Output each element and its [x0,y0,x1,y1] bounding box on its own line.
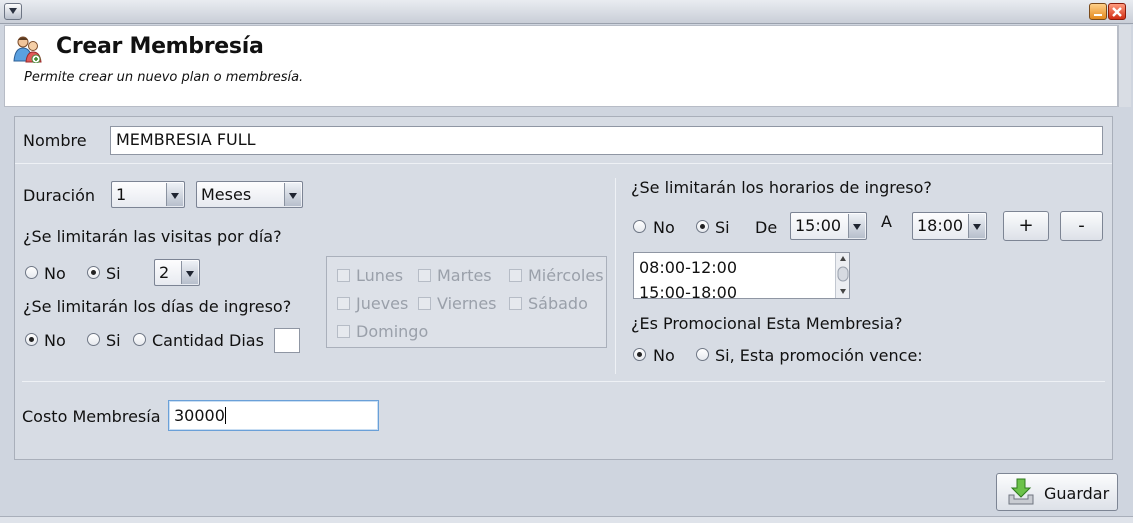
hora-hasta-value: 18:00 [917,216,964,235]
visitas-question: ¿Se limitarán las visitas por día? [23,227,282,246]
add-horario-button[interactable]: + [1003,211,1049,241]
dias-question: ¿Se limitarán los días de ingreso? [23,297,292,316]
chevron-down-icon [181,261,198,284]
promo-question: ¿Es Promocional Esta Membresia? [631,314,903,333]
remove-horario-button[interactable]: - [1060,211,1103,241]
checkbox-lunes[interactable] [337,269,350,282]
dias-no-label: No [44,331,66,350]
list-item[interactable]: 15:00-18:00 [639,283,737,298]
costo-value: 30000 [174,406,225,425]
dias-si-radio[interactable] [87,333,100,346]
text-cursor [224,407,226,424]
download-tray-icon [1006,477,1036,511]
costo-label: Costo Membresía [22,407,161,426]
save-button-label: Guardar [1044,484,1110,503]
close-button[interactable] [1108,3,1126,20]
minimize-button[interactable] [1089,3,1107,20]
dias-cantidad-input[interactable] [274,328,300,353]
promo-si-label: Si, Esta promoción vence: [715,346,923,365]
horarios-no-radio[interactable] [633,220,646,233]
a-label: A [881,212,892,231]
horarios-no-label: No [653,218,675,237]
checkbox-domingo[interactable] [337,325,350,338]
checkbox-miercoles[interactable] [509,269,522,282]
chevron-down-icon [968,214,985,238]
de-label: De [755,218,778,237]
visitas-si-label: Si [106,264,121,283]
window-bottom-edge [0,516,1133,523]
duracion-unit-value: Meses [201,185,252,204]
users-icon [12,35,42,64]
system-menu-button[interactable] [4,3,22,20]
checkbox-martes[interactable] [418,269,431,282]
chevron-down-icon [166,183,183,206]
promo-si-radio[interactable] [696,348,709,361]
costo-input[interactable]: 30000 [168,400,379,431]
day-label-domingo: Domingo [356,322,429,341]
day-label-lunes: Lunes [356,266,404,285]
day-label-miercoles: Miércoles [528,266,604,285]
dias-no-radio[interactable] [25,333,38,346]
day-label-viernes: Viernes [437,294,497,313]
list-scrollbar[interactable] [835,253,849,298]
visitas-no-label: No [44,264,66,283]
horarios-si-radio[interactable] [696,220,709,233]
divider [15,163,1112,164]
save-button[interactable]: Guardar [996,473,1118,511]
promo-no-label: No [653,346,675,365]
dias-si-label: Si [106,331,121,350]
visitas-count-select[interactable]: 2 [154,259,200,286]
day-label-sabado: Sábado [528,294,588,313]
visitas-si-radio[interactable] [87,266,100,279]
divider [22,381,1105,382]
visitas-count-value: 2 [159,263,170,282]
duracion-value: 1 [116,185,127,204]
day-label-martes: Martes [437,266,492,285]
close-icon [1112,7,1122,17]
window-titlebar [0,0,1133,24]
dias-cantidad-radio[interactable] [133,333,146,346]
header-scrollbar[interactable] [1118,25,1131,107]
duracion-unit-select[interactable]: Meses [196,181,303,208]
list-item[interactable]: 08:00-12:00 [639,258,737,277]
hora-hasta-select[interactable]: 18:00 [912,212,987,240]
chevron-down-icon [848,214,865,238]
visitas-no-radio[interactable] [25,266,38,279]
page-subtitle: Permite crear un nuevo plan o membresía. [24,70,304,85]
checkbox-sabado[interactable] [509,297,522,310]
day-label-jueves: Jueves [356,294,409,313]
nombre-input[interactable]: MEMBRESIA FULL [110,126,1103,155]
minimize-icon [1094,14,1102,16]
horarios-si-label: Si [715,218,730,237]
chevron-down-icon [9,8,17,14]
hora-desde-value: 15:00 [795,216,842,235]
hora-desde-select[interactable]: 15:00 [790,212,867,240]
checkbox-jueves[interactable] [337,297,350,310]
duracion-select[interactable]: 1 [111,181,185,208]
checkbox-viernes[interactable] [418,297,431,310]
chevron-down-icon [284,183,301,206]
nombre-label: Nombre [23,131,87,150]
horarios-question: ¿Se limitarán los horarios de ingreso? [631,178,932,197]
duracion-label: Duración [23,186,96,205]
column-divider [615,178,616,374]
page-title: Crear Membresía [56,34,264,59]
promo-no-radio[interactable] [633,348,646,361]
dias-cantidad-label: Cantidad Dias [152,331,264,350]
